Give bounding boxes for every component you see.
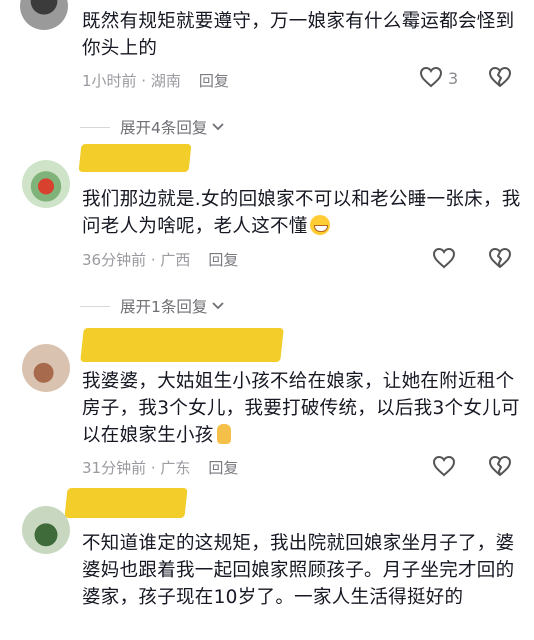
comment-text: 我婆婆，大姑姐生小孩不给在娘家，让她在附近租个房子，我3个女儿，我要打破传统，以… bbox=[82, 368, 522, 449]
comment-text-content: 我们那边就是.女的回娘家不可以和老公睡一张床，我问老人为啥呢，老人这不懂 bbox=[82, 189, 521, 237]
broken-heart-icon[interactable] bbox=[488, 247, 512, 269]
avatar[interactable] bbox=[22, 344, 70, 392]
comment-meta: 31分钟前 · 广东 回复 bbox=[82, 457, 238, 478]
like-count: 3 bbox=[448, 69, 459, 88]
divider-line bbox=[80, 305, 110, 307]
comment-meta: 1小时前 · 湖南 回复 bbox=[82, 70, 229, 91]
expand-replies-button[interactable]: 展开1条回复 bbox=[80, 295, 225, 317]
expand-replies-button[interactable]: 展开4条回复 bbox=[80, 116, 225, 138]
avatar[interactable] bbox=[22, 160, 70, 208]
hand-emoji-icon bbox=[216, 424, 231, 444]
grin-emoji-icon bbox=[309, 215, 330, 235]
heart-icon[interactable] bbox=[432, 247, 456, 269]
comment-meta: 36分钟前 · 广西 回复 bbox=[82, 249, 238, 270]
heart-icon[interactable] bbox=[419, 66, 443, 88]
expand-label: 展开1条回复 bbox=[120, 298, 208, 316]
comment-text: 我们那边就是.女的回娘家不可以和老公睡一张床，我问老人为啥呢，老人这不懂 bbox=[82, 186, 522, 240]
comment-time: 31分钟前 · 广东 bbox=[82, 459, 191, 477]
username-redacted bbox=[64, 488, 188, 518]
username-redacted bbox=[80, 328, 284, 362]
chevron-down-icon bbox=[212, 302, 225, 310]
broken-heart-icon[interactable] bbox=[488, 66, 512, 88]
comment-text: 不知道谁定的这规矩，我出院就回娘家坐月子了，婆婆妈也跟着我一起回娘家照顾孩子。月… bbox=[82, 533, 515, 608]
comment-time: 1小时前 · 湖南 bbox=[82, 72, 181, 90]
reply-button[interactable]: 回复 bbox=[208, 251, 238, 269]
avatar[interactable] bbox=[20, 0, 68, 30]
reply-button[interactable]: 回复 bbox=[208, 459, 238, 477]
avatar[interactable] bbox=[22, 506, 70, 554]
username-redacted bbox=[78, 144, 192, 172]
reply-button[interactable]: 回复 bbox=[199, 72, 229, 90]
chevron-down-icon bbox=[212, 123, 225, 131]
comment-text-content: 我婆婆，大姑姐生小孩不给在娘家，让她在附近租个房子，我3个女儿，我要打破传统，以… bbox=[82, 371, 520, 446]
divider-line bbox=[80, 126, 110, 128]
comment-time: 36分钟前 · 广西 bbox=[82, 251, 191, 269]
expand-label: 展开4条回复 bbox=[120, 119, 208, 137]
broken-heart-icon[interactable] bbox=[488, 455, 512, 477]
heart-icon[interactable] bbox=[432, 455, 456, 477]
comment-text: 既然有规矩就要遵守，万一娘家有什么霉运都会怪到你头上的 bbox=[82, 11, 515, 59]
